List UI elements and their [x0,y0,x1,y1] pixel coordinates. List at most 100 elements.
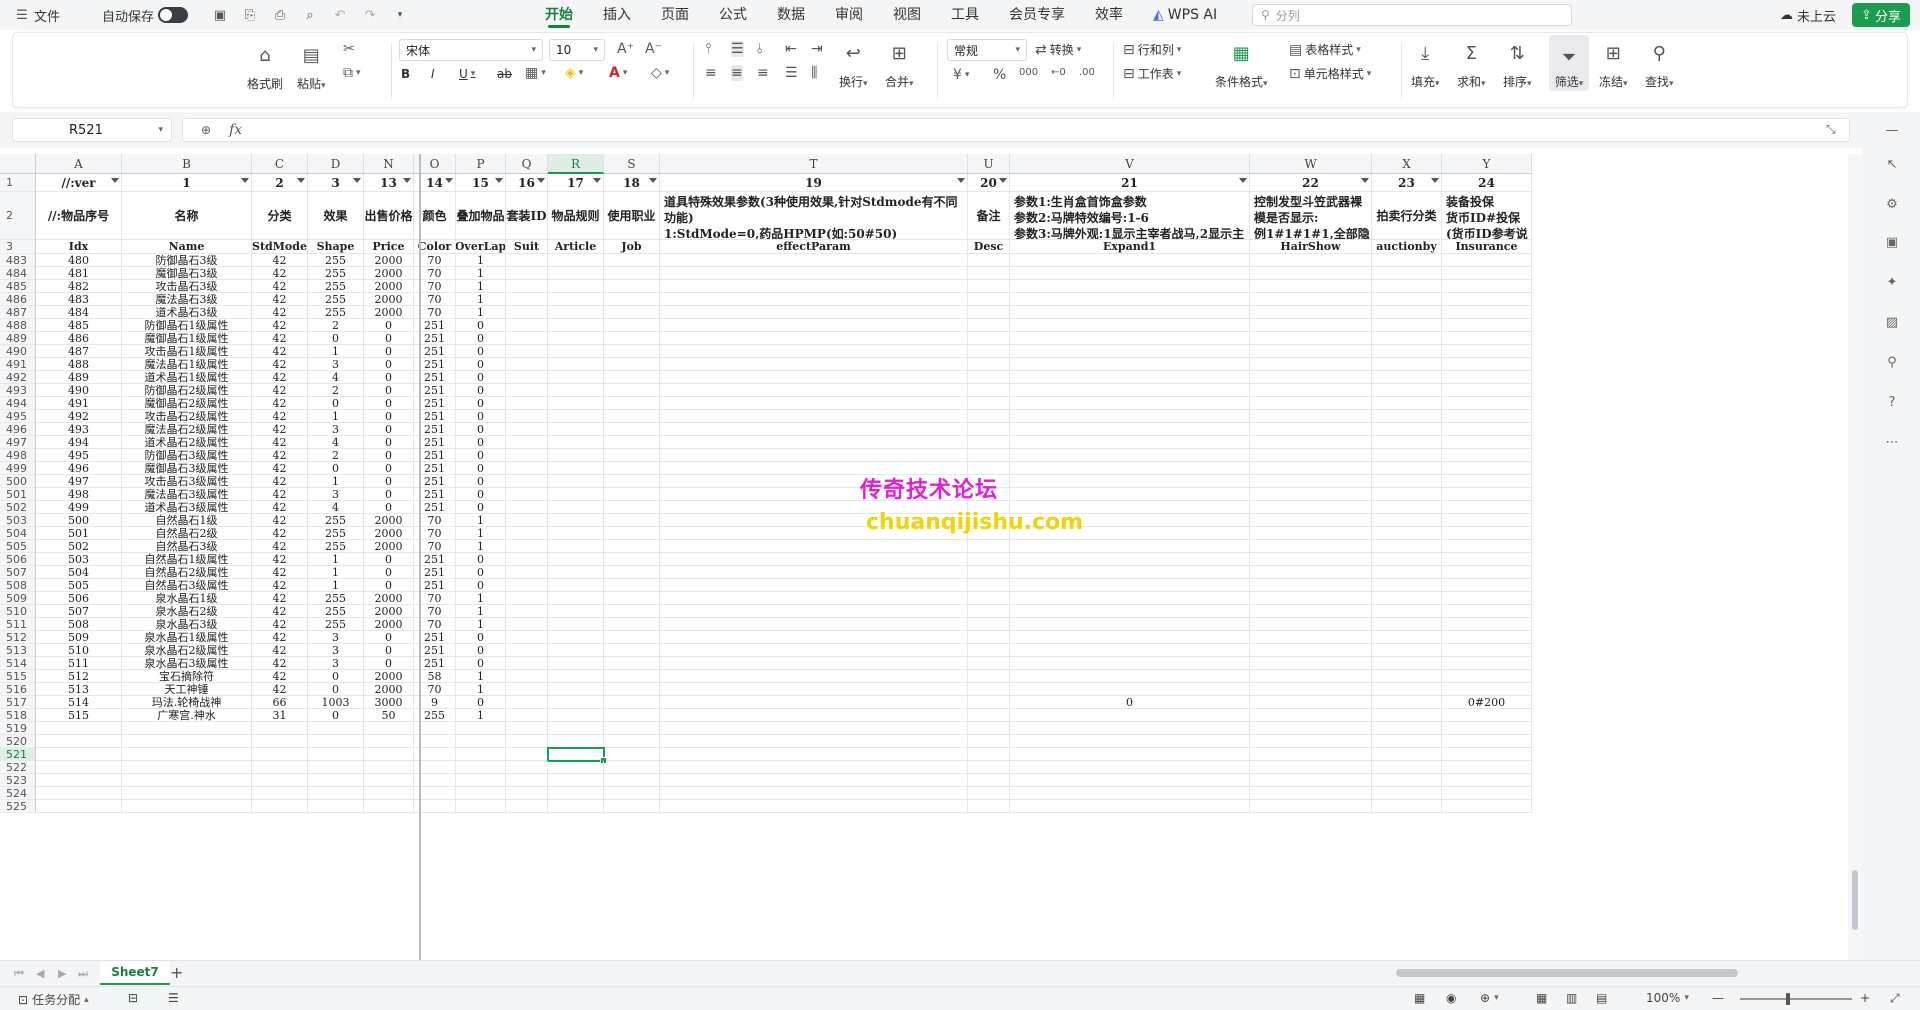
header-field-cell[interactable]: Idx [36,240,122,254]
table-cell[interactable] [1010,631,1250,644]
table-cell[interactable]: 1 [308,345,364,358]
chevron-down-icon[interactable]: ▾ [392,7,408,23]
table-cell[interactable] [548,449,604,462]
table-cell[interactable] [1250,605,1372,618]
table-cell[interactable]: 0 [456,384,506,397]
table-cell[interactable] [548,306,604,319]
table-cell[interactable] [660,748,968,761]
table-cell[interactable]: 512 [36,670,122,683]
header-label-cell[interactable]: 效果 [308,192,364,240]
table-cell[interactable] [1250,761,1372,774]
table-cell[interactable] [968,293,1010,306]
cloud-status[interactable]: ☁ 未上云 [1780,6,1836,25]
table-cell[interactable] [1372,670,1442,683]
table-cell[interactable]: 2 [308,449,364,462]
table-cell[interactable]: 255 [308,618,364,631]
table-cell[interactable] [1372,319,1442,332]
copy-icon[interactable]: ⧉ ▾ [343,65,361,81]
table-cell[interactable] [548,371,604,384]
filter-dropdown-icon[interactable] [1431,178,1439,183]
table-cell[interactable] [506,631,548,644]
table-cell[interactable] [968,345,1010,358]
table-cell[interactable]: 1 [456,592,506,605]
table-cell[interactable] [456,722,506,735]
table-cell[interactable]: 0 [364,319,414,332]
table-cell[interactable] [506,800,548,813]
row-header-3[interactable]: 3 [0,240,36,254]
table-cell[interactable] [1250,709,1372,722]
table-cell[interactable]: 2000 [364,618,414,631]
table-cell[interactable]: 自然晶石2级 [122,527,252,540]
table-cell[interactable] [506,319,548,332]
table-cell[interactable] [604,423,660,436]
tab-insert[interactable]: 插入 [588,0,646,30]
zoom-formula-icon[interactable]: ⊕ [201,123,211,137]
table-cell[interactable] [1250,501,1372,514]
table-cell[interactable] [456,748,506,761]
table-cell[interactable]: 1 [456,709,506,722]
table-cell[interactable] [660,709,968,722]
table-cell[interactable]: 0 [456,462,506,475]
table-cell[interactable] [604,566,660,579]
table-cell[interactable] [1250,579,1372,592]
table-cell[interactable] [1010,488,1250,501]
table-cell[interactable] [1372,384,1442,397]
table-cell[interactable]: 0 [456,423,506,436]
table-cell[interactable]: 1 [456,683,506,696]
table-cell[interactable]: 自然晶石1级属性 [122,553,252,566]
table-cell[interactable] [122,748,252,761]
merge-button[interactable]: ⊞ 合并▾ [885,31,914,90]
table-cell[interactable]: 2000 [364,683,414,696]
vertical-scroll-thumb[interactable] [1852,870,1858,930]
table-cell[interactable]: 42 [252,657,308,670]
table-cell[interactable] [660,423,968,436]
table-cell[interactable] [1372,774,1442,787]
table-cell[interactable] [660,293,968,306]
tab-data[interactable]: 数据 [762,0,820,30]
align-left-icon[interactable]: ≡ [705,65,717,81]
table-cell[interactable] [968,384,1010,397]
table-cell[interactable] [1442,449,1532,462]
table-cell[interactable] [506,761,548,774]
table-cell[interactable] [548,332,604,345]
table-cell[interactable]: 489 [36,371,122,384]
table-cell[interactable] [1250,436,1372,449]
header-field-cell[interactable]: Job [604,240,660,254]
table-cell[interactable]: 泉水晶石1级属性 [122,631,252,644]
row-header[interactable]: 484 [0,267,36,280]
table-cell[interactable] [1250,774,1372,787]
table-cell[interactable]: 1 [456,267,506,280]
table-cell[interactable] [1010,566,1250,579]
table-cell[interactable]: 2000 [364,267,414,280]
page-layout-icon[interactable]: ▥ [1566,991,1577,1005]
header-field-cell[interactable]: Article [548,240,604,254]
table-cell[interactable]: 42 [252,332,308,345]
table-cell[interactable] [1010,722,1250,735]
table-cell[interactable]: 0 [308,397,364,410]
table-cell[interactable] [604,618,660,631]
table-cell[interactable]: 490 [36,384,122,397]
table-cell[interactable]: 492 [36,410,122,423]
table-cell[interactable] [1372,748,1442,761]
table-cell[interactable] [1010,345,1250,358]
filter-dropdown-icon[interactable] [495,178,503,183]
table-cell[interactable]: 0 [364,553,414,566]
header-row1-cell[interactable]: 13 [364,174,414,192]
table-cell[interactable]: 515 [36,709,122,722]
table-cell[interactable]: 1 [456,527,506,540]
table-cell[interactable] [506,787,548,800]
table-cell[interactable]: 42 [252,475,308,488]
table-cell[interactable] [1372,696,1442,709]
table-cell[interactable]: 攻击晶石3级属性 [122,475,252,488]
table-cell[interactable] [506,332,548,345]
table-cell[interactable]: 防御晶石1级属性 [122,319,252,332]
table-cell[interactable] [548,345,604,358]
table-cell[interactable] [252,735,308,748]
zoom-slider-knob[interactable] [1786,993,1790,1005]
table-cell[interactable]: 42 [252,683,308,696]
table-cell[interactable] [660,800,968,813]
table-cell[interactable] [604,787,660,800]
header-row1-cell[interactable]: 19 [660,174,968,192]
table-cell[interactable] [968,787,1010,800]
table-cell[interactable] [1010,748,1250,761]
